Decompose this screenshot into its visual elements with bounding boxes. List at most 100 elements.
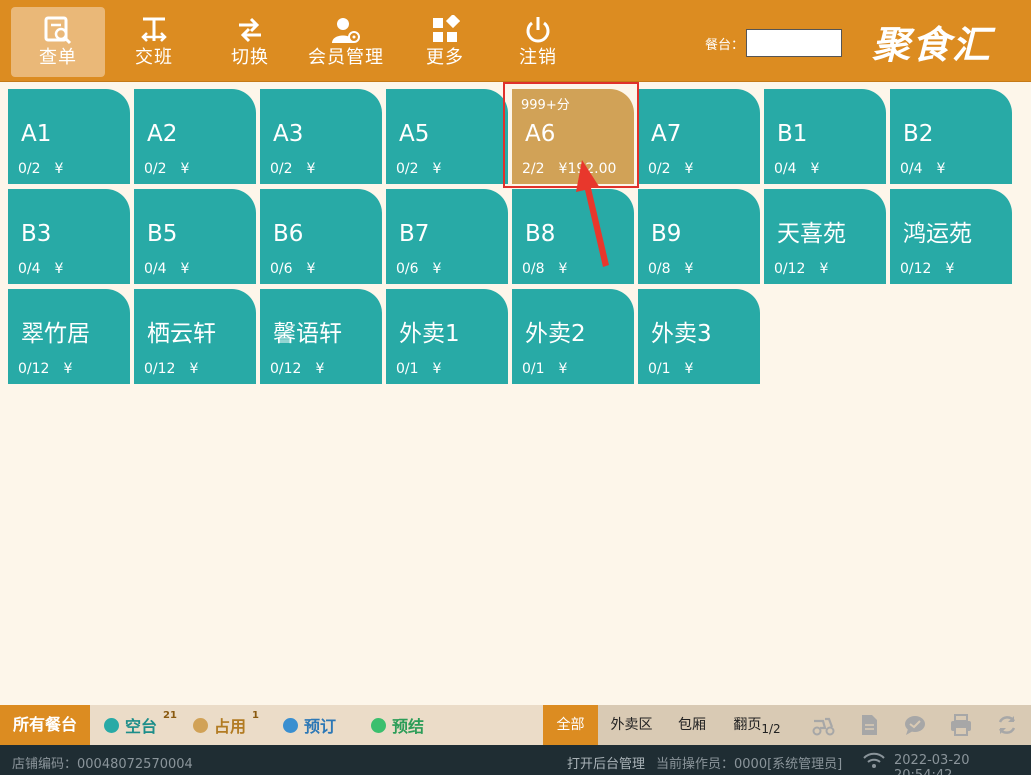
table-tile-B1[interactable]: B1 0/4 ¥ <box>764 89 886 184</box>
page-turn-button[interactable]: 翻页1/2 <box>727 705 787 745</box>
table-amount: ¥ <box>306 261 316 277</box>
store-code: 店铺编码：00048072570004 <box>12 757 193 772</box>
table-name: 栖云轩 <box>147 321 216 347</box>
table-amount: ¥ <box>936 161 946 177</box>
table-tile-B2[interactable]: B2 0/4 ¥ <box>890 89 1012 184</box>
table-seats: 0/12 <box>900 261 932 277</box>
table-info: 0/6 ¥ <box>396 261 441 277</box>
table-tile-A3[interactable]: A3 0/2 ¥ <box>260 89 382 184</box>
table-tile-外卖2[interactable]: 外卖2 0/1 ¥ <box>512 289 634 384</box>
table-search-input[interactable] <box>746 29 843 57</box>
power-icon <box>526 17 550 43</box>
table-tile-B6[interactable]: B6 0/6 ¥ <box>260 189 382 284</box>
table-tile-翠竹居[interactable]: 翠竹居 0/12 ¥ <box>8 289 130 384</box>
table-seats: 0/2 <box>144 161 167 177</box>
page-turn-label: 翻页 <box>733 717 762 733</box>
table-tile-A1[interactable]: A1 0/2 ¥ <box>8 89 130 184</box>
table-seats: 0/1 <box>396 361 419 377</box>
refresh-icon[interactable] <box>995 713 1019 737</box>
table-amount: ¥ <box>180 261 190 277</box>
table-name: B6 <box>273 221 304 247</box>
table-seats: 0/2 <box>648 161 671 177</box>
table-tile-B9[interactable]: B9 0/8 ¥ <box>638 189 760 284</box>
table-info: 0/4 ¥ <box>774 161 819 177</box>
table-tile-A5[interactable]: A5 0/2 ¥ <box>386 89 508 184</box>
table-name: A2 <box>147 121 178 147</box>
table-seats: 0/6 <box>396 261 419 277</box>
legend-occupied-label: 占用 <box>214 717 247 736</box>
filter-takeout-tab[interactable]: 外卖区 <box>604 705 659 745</box>
table-info: 0/12 ¥ <box>774 261 828 277</box>
table-name: A3 <box>273 121 304 147</box>
table-seats: 0/1 <box>648 361 671 377</box>
query-order-button[interactable]: 查单 <box>11 7 105 77</box>
table-info: 0/1 ¥ <box>648 361 693 377</box>
table-tile-外卖3[interactable]: 外卖3 0/1 ¥ <box>638 289 760 384</box>
table-name: 外卖2 <box>525 321 586 347</box>
table-name: A7 <box>651 121 682 147</box>
table-amount: ¥ <box>432 161 442 177</box>
free-dot-icon <box>104 717 119 733</box>
status-bar: 所有餐台 空台 21 占用 1 预订 预结 全部 外卖区 包厢 翻页1/2 <box>0 705 1031 745</box>
table-info: 0/8 ¥ <box>648 261 693 277</box>
table-tile-天喜苑[interactable]: 天喜苑 0/12 ¥ <box>764 189 886 284</box>
legend-reserved[interactable]: 预订 <box>283 705 336 745</box>
filter-private-room-tab[interactable]: 包厢 <box>667 705 717 745</box>
table-amount: ¥ <box>945 261 955 277</box>
table-tile-栖云轩[interactable]: 栖云轩 0/12 ¥ <box>134 289 256 384</box>
more-label: 更多 <box>426 47 464 68</box>
table-seats: 0/2 <box>396 161 419 177</box>
table-tile-B7[interactable]: B7 0/6 ¥ <box>386 189 508 284</box>
more-button[interactable]: 更多 <box>398 7 492 77</box>
delivery-icon[interactable] <box>811 713 835 737</box>
table-name: 外卖1 <box>399 321 460 347</box>
legend-occupied[interactable]: 占用 1 <box>193 705 259 745</box>
legend-occupied-count: 1 <box>252 709 259 721</box>
printer-icon[interactable] <box>949 713 973 737</box>
table-seats: 0/12 <box>144 361 176 377</box>
legend-free[interactable]: 空台 21 <box>104 705 177 745</box>
table-amount: ¥ <box>684 161 694 177</box>
table-info: 0/12 ¥ <box>144 361 198 377</box>
filter-all-tab[interactable]: 全部 <box>543 705 598 745</box>
table-info: 0/8 ¥ <box>522 261 567 277</box>
table-name: 馨语轩 <box>273 321 342 347</box>
logout-button[interactable]: 注销 <box>491 7 585 77</box>
table-tile-B3[interactable]: B3 0/4 ¥ <box>8 189 130 284</box>
table-amount: ¥ <box>432 361 442 377</box>
table-amount: ¥ <box>180 161 190 177</box>
legend-prepaid-label: 预结 <box>392 717 425 736</box>
table-seats: 0/2 <box>270 161 293 177</box>
table-tile-A2[interactable]: A2 0/2 ¥ <box>134 89 256 184</box>
member-management-button[interactable]: 会员管理 <box>299 7 393 77</box>
operator-info: 当前操作员：0000[系统管理员] <box>656 757 843 772</box>
legend-prepaid[interactable]: 预结 <box>371 705 424 745</box>
table-tile-馨语轩[interactable]: 馨语轩 0/12 ¥ <box>260 289 382 384</box>
legend-free-label: 空台 <box>125 717 158 736</box>
table-name: A1 <box>21 121 52 147</box>
switch-button[interactable]: 切换 <box>203 7 297 77</box>
table-info: 0/1 ¥ <box>396 361 441 377</box>
table-info: 0/2 ¥ <box>270 161 315 177</box>
open-backend-link[interactable]: 打开后台管理 <box>567 753 645 772</box>
wifi-icon <box>863 752 885 768</box>
document-icon[interactable] <box>857 713 881 737</box>
table-info: 0/2 ¥ <box>144 161 189 177</box>
top-toolbar: 查单 交班 切换 会员管理 更多 注销 餐台： 聚食汇 <box>0 0 1031 82</box>
table-seats: 0/4 <box>144 261 167 277</box>
legend-reserved-label: 预订 <box>304 717 337 736</box>
table-tile-A7[interactable]: A7 0/2 ¥ <box>638 89 760 184</box>
table-tile-B5[interactable]: B5 0/4 ¥ <box>134 189 256 284</box>
prepaid-dot-icon <box>371 717 386 733</box>
table-amount: ¥ <box>54 261 64 277</box>
table-tile-外卖1[interactable]: 外卖1 0/1 ¥ <box>386 289 508 384</box>
table-search: 餐台： <box>705 29 843 57</box>
table-info: 0/2 ¥ <box>18 161 63 177</box>
chat-icon[interactable] <box>903 713 927 737</box>
table-tile-鸿运苑[interactable]: 鸿运苑 0/12 ¥ <box>890 189 1012 284</box>
handover-button[interactable]: 交班 <box>107 7 201 77</box>
table-seats: 0/2 <box>18 161 41 177</box>
table-amount: ¥ <box>684 261 694 277</box>
all-tables-button[interactable]: 所有餐台 <box>0 705 90 745</box>
table-seats: 0/4 <box>18 261 41 277</box>
